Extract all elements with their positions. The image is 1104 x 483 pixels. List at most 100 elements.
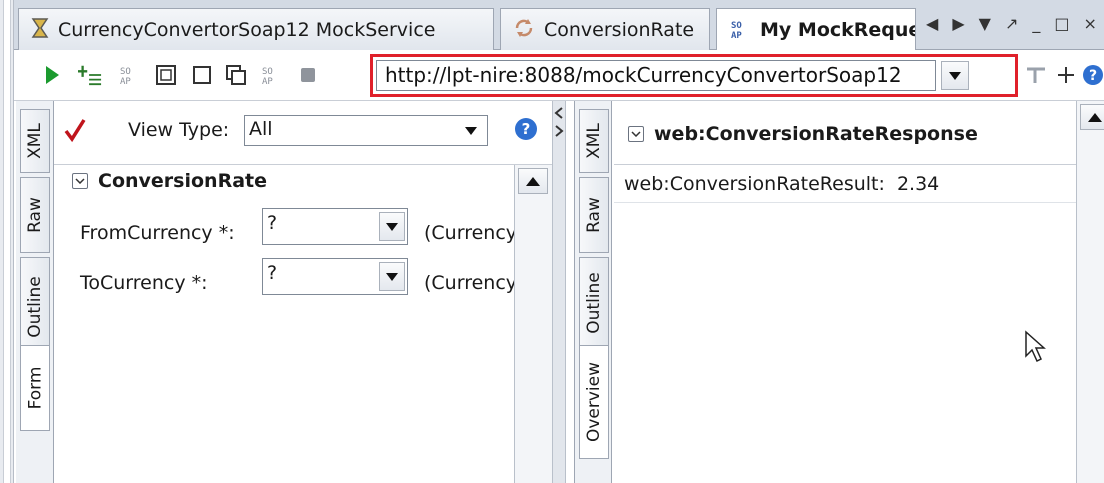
endpoint-highlight: http://lpt-nire:8088/mockCurrencyConvert… xyxy=(370,54,1018,97)
tab-conversion-rate[interactable]: ConversionRate xyxy=(500,8,710,50)
svg-text:AP: AP xyxy=(731,31,742,40)
view-type-select[interactable]: All xyxy=(244,115,488,146)
collapse-icon[interactable] xyxy=(72,173,88,189)
section-title: ConversionRate xyxy=(98,170,267,192)
add-button[interactable] xyxy=(1054,63,1078,87)
tab-list-button[interactable]: ▼ xyxy=(979,14,991,33)
from-currency-hint: (Currency xyxy=(424,222,514,244)
to-currency-combo[interactable]: ? xyxy=(262,258,408,295)
result-value: 2.34 xyxy=(896,173,940,195)
view-type-label: View Type: xyxy=(128,119,230,141)
request-scrollbar[interactable] xyxy=(514,165,552,483)
collapse-left-icon[interactable] xyxy=(554,107,564,119)
request-toolbar: SO AP SO AP http://lpt-nire:8088/mockCurre… xyxy=(14,50,1104,101)
copy-icon xyxy=(226,65,246,85)
checkmark-icon[interactable] xyxy=(64,117,86,143)
window-frame-left xyxy=(0,0,14,483)
square-button[interactable] xyxy=(190,63,214,87)
response-tab-xml[interactable]: XML xyxy=(579,109,609,173)
tab-label: ConversionRate xyxy=(544,18,695,41)
tab-nav-controls: ◀ ▶ ▼ ↗ _ □ × xyxy=(926,14,1097,33)
square-icon xyxy=(193,66,211,84)
response-tab-overview[interactable]: Overview xyxy=(579,345,609,459)
mouse-cursor-icon xyxy=(1025,330,1046,363)
expand-right-icon[interactable] xyxy=(554,125,564,137)
response-title: web:ConversionRateResponse xyxy=(654,123,978,145)
panel-splitter[interactable] xyxy=(552,101,566,483)
svg-text:SO: SO xyxy=(120,67,131,77)
wsdl-button[interactable] xyxy=(154,63,178,87)
editor-tab-bar: CurrencyConvertorSoap12 MockService Conv… xyxy=(14,0,1104,51)
endpoint-dropdown-button[interactable] xyxy=(941,61,969,90)
request-view-tabs: XML Raw Outline Form xyxy=(16,101,54,483)
from-currency-label: FromCurrency *: xyxy=(80,222,235,244)
add-assertion-icon xyxy=(78,65,102,86)
request-form-header: View Type: All ? xyxy=(54,101,552,165)
result-label: web:ConversionRateResult: xyxy=(624,173,885,195)
request-tab-form[interactable]: Form xyxy=(20,345,50,431)
svg-text:?: ? xyxy=(522,120,531,138)
tab-prev-button[interactable]: ◀ xyxy=(926,14,938,33)
mock-service-icon xyxy=(31,17,49,42)
plus-icon xyxy=(1058,67,1074,83)
to-currency-value: ? xyxy=(267,262,278,284)
stop-button[interactable] xyxy=(296,63,320,87)
soap-small-button[interactable]: SO AP xyxy=(260,63,284,87)
mock-operation-icon xyxy=(513,17,535,42)
soap-button[interactable]: SO AP xyxy=(118,63,142,87)
response-result: web:ConversionRateResult: 2.34 xyxy=(624,173,939,195)
stop-icon xyxy=(301,68,315,82)
soap-small-icon: SOAP xyxy=(262,67,273,86)
chevron-up-icon xyxy=(526,176,540,186)
response-tab-raw[interactable]: Raw xyxy=(579,177,609,253)
wsdl-icon xyxy=(156,65,176,85)
response-section-header[interactable]: web:ConversionRateResponse xyxy=(628,123,978,145)
collapse-icon[interactable] xyxy=(628,126,644,142)
soap-icon: SOAP xyxy=(120,67,131,86)
tab-label: My MockReque xyxy=(760,19,916,41)
tab-label: CurrencyConvertorSoap12 MockService xyxy=(58,18,436,41)
help-button[interactable]: ? xyxy=(1082,63,1104,87)
to-currency-hint: (Currency xyxy=(424,272,514,294)
request-tab-outline[interactable]: Outline xyxy=(20,257,50,357)
help-icon[interactable]: ? xyxy=(514,117,538,141)
response-view-tabs: XML Raw Outline Overview xyxy=(574,101,612,483)
from-currency-combo[interactable]: ? xyxy=(262,208,408,245)
svg-text:AP: AP xyxy=(262,77,273,86)
chevron-up-icon xyxy=(1088,112,1102,122)
tab-mock-service[interactable]: CurrencyConvertorSoap12 MockService xyxy=(18,8,494,50)
tab-next-button[interactable]: ▶ xyxy=(952,14,964,33)
request-tab-raw[interactable]: Raw xyxy=(20,177,50,253)
response-tab-outline[interactable]: Outline xyxy=(579,257,609,349)
scroll-up-button[interactable] xyxy=(1080,104,1104,130)
svg-text:SO: SO xyxy=(731,21,742,31)
request-tab-xml[interactable]: XML xyxy=(20,109,50,173)
from-currency-value: ? xyxy=(267,212,278,234)
response-scrollbar[interactable] xyxy=(1076,101,1104,483)
maximize-button[interactable]: □ xyxy=(1054,14,1069,33)
close-button[interactable]: × xyxy=(1083,14,1096,33)
add-assertion-button[interactable] xyxy=(78,63,102,87)
scroll-up-button[interactable] xyxy=(518,168,548,194)
chevron-down-icon xyxy=(386,222,398,231)
conversion-rate-section-header[interactable]: ConversionRate xyxy=(72,170,267,192)
to-currency-dropdown[interactable] xyxy=(379,262,405,291)
svg-text:?: ? xyxy=(1089,68,1097,84)
endpoint-url-field[interactable]: http://lpt-nire:8088/mockCurrencyConvert… xyxy=(376,60,936,91)
run-icon xyxy=(46,66,59,84)
wrench-icon xyxy=(1027,67,1045,83)
run-button[interactable] xyxy=(40,63,64,87)
svg-text:AP: AP xyxy=(120,77,131,86)
help-icon: ? xyxy=(1083,65,1103,85)
chevron-down-icon xyxy=(465,127,477,135)
toggle-button[interactable] xyxy=(1024,63,1048,87)
minimize-button[interactable]: _ xyxy=(1032,14,1040,33)
chevron-down-icon xyxy=(949,71,961,80)
chevron-down-icon xyxy=(386,272,398,281)
to-currency-label: ToCurrency *: xyxy=(80,272,208,294)
restore-button[interactable]: ↗ xyxy=(1005,14,1018,33)
from-currency-dropdown[interactable] xyxy=(379,212,405,241)
tab-my-mock-request[interactable]: SO AP My MockReque xyxy=(716,8,916,51)
svg-text:SO: SO xyxy=(262,67,273,77)
copy-button[interactable] xyxy=(224,63,248,87)
